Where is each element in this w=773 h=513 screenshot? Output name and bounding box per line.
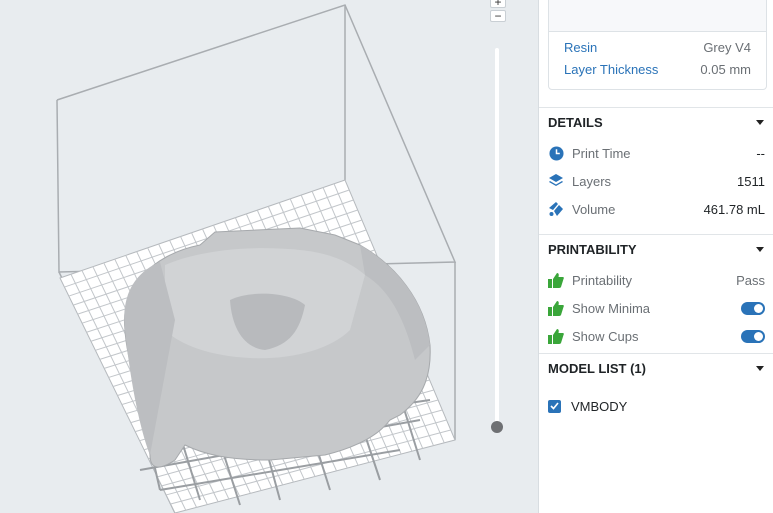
details-title: DETAILS: [548, 115, 603, 130]
material-card-header: [549, 0, 766, 32]
resin-value: Grey V4: [703, 39, 751, 55]
resin-row[interactable]: Resin Grey V4: [564, 38, 751, 56]
model-name: VMBODY: [571, 398, 628, 414]
resin-label: Resin: [564, 39, 598, 55]
printability-label: Printability: [572, 272, 632, 288]
layer-slider-track[interactable]: [495, 48, 499, 430]
volume-label: Volume: [572, 201, 616, 217]
layer-thickness-row[interactable]: Layer Thickness 0.05 mm: [564, 60, 751, 78]
thumbs-up-icon: [548, 328, 564, 344]
volume-icon: [548, 201, 564, 217]
volume-row: Volume 461.78 mL: [548, 199, 765, 219]
layers-label: Layers: [572, 173, 612, 189]
zoom-in-button[interactable]: +: [490, 0, 506, 8]
show-cups-toggle[interactable]: [741, 329, 765, 343]
printability-status-row: Printability Pass: [548, 270, 765, 290]
printability-value: Pass: [736, 272, 765, 288]
printability-title: PRINTABILITY: [548, 242, 637, 257]
model-list-section-header[interactable]: MODEL LIST (1): [539, 353, 773, 383]
thumbs-up-icon: [548, 272, 564, 288]
show-cups-label: Show Cups: [572, 328, 639, 344]
print-time-value: --: [756, 145, 765, 161]
3d-viewport[interactable]: + −: [0, 0, 538, 513]
layer-slider-handle[interactable]: [491, 421, 503, 433]
show-minima-row: Show Minima: [548, 298, 765, 318]
print-time-row: Print Time --: [548, 143, 765, 163]
zoom-out-button[interactable]: −: [490, 10, 506, 22]
layer-thickness-value: 0.05 mm: [700, 61, 751, 77]
build-volume-scene[interactable]: [0, 0, 538, 513]
show-minima-label: Show Minima: [572, 300, 651, 316]
chevron-down-icon: [756, 120, 764, 125]
layer-thickness-label: Layer Thickness: [564, 61, 659, 77]
volume-value: 461.78 mL: [703, 201, 765, 217]
sidebar-panel: Resin Grey V4 Layer Thickness 0.05 mm DE…: [538, 0, 773, 513]
clock-icon: [548, 145, 564, 161]
layers-value: 1511: [737, 173, 765, 189]
thumbs-up-icon: [548, 300, 564, 316]
list-item[interactable]: VMBODY: [548, 396, 765, 416]
chevron-down-icon: [756, 247, 764, 252]
chevron-down-icon: [756, 366, 764, 371]
checkmark-icon: [550, 402, 559, 410]
layers-icon: [548, 173, 564, 189]
model-list-title: MODEL LIST (1): [548, 361, 646, 376]
material-card: Resin Grey V4 Layer Thickness 0.05 mm: [548, 0, 767, 90]
model-checkbox[interactable]: [548, 399, 561, 413]
layers-row: Layers 1511: [548, 171, 765, 191]
show-minima-toggle[interactable]: [741, 301, 765, 315]
details-section-header[interactable]: DETAILS: [539, 107, 773, 137]
show-cups-row: Show Cups: [548, 326, 765, 346]
printability-section-header[interactable]: PRINTABILITY: [539, 234, 773, 264]
print-time-label: Print Time: [572, 145, 631, 161]
